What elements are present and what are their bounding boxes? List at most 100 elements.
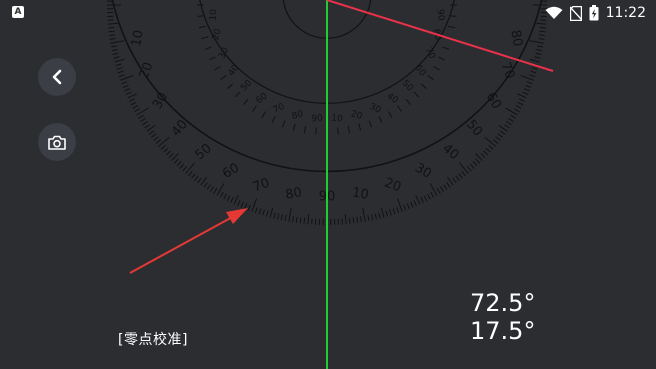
scale-label-inner: 90	[311, 114, 324, 125]
scale-tick	[529, 40, 544, 44]
scale-label-outer: 60	[220, 161, 242, 182]
scale-tick	[116, 67, 123, 70]
scale-tick	[125, 91, 132, 95]
scale-tick	[410, 201, 414, 208]
scale-tick	[523, 88, 530, 92]
scale-tick	[213, 188, 218, 194]
scale-tick	[127, 93, 137, 99]
scale-tick	[110, 45, 118, 48]
scale-tick	[504, 124, 510, 129]
scale-tick	[433, 66, 440, 71]
scale-label-inner: 20	[211, 28, 224, 42]
scale-tick	[506, 121, 512, 126]
scale-tick	[513, 108, 520, 113]
scale-tick	[392, 208, 396, 215]
scale-tick	[358, 123, 362, 131]
scale-tick	[368, 120, 372, 128]
scale-label-outer: 70	[251, 176, 272, 196]
scale-tick	[385, 210, 389, 217]
scale-tick	[438, 56, 446, 61]
scale-tick	[469, 163, 475, 169]
scale-tick	[223, 193, 227, 200]
zero-calibration-button[interactable]: [零点校准]	[118, 331, 188, 349]
scale-tick	[204, 46, 212, 50]
scale-tick	[423, 195, 428, 202]
scale-tick	[461, 170, 466, 177]
scale-tick	[182, 166, 187, 172]
scale-label-outer: 10	[129, 29, 147, 48]
status-icons: 11:22	[545, 3, 646, 23]
scale-tick	[292, 216, 295, 223]
scale-tick	[535, 52, 542, 55]
scale-tick	[344, 214, 347, 225]
scale-tick	[406, 203, 410, 210]
scale-tick	[427, 193, 431, 200]
camera-icon	[48, 135, 66, 150]
scale-tick	[271, 116, 276, 124]
scale-tick	[247, 204, 251, 211]
scale-tick	[374, 213, 377, 220]
scale-label-inner: 40	[227, 63, 242, 78]
scale-tick	[134, 108, 141, 113]
scale-tick	[148, 130, 155, 135]
app-notification-icon: A	[12, 6, 24, 18]
scale-tick	[389, 209, 392, 216]
scale-tick	[480, 153, 486, 159]
scale-tick	[295, 216, 298, 223]
scale-tick	[226, 195, 231, 202]
camera-button[interactable]	[38, 123, 76, 161]
scale-tick	[220, 75, 227, 80]
scale-tick	[455, 175, 460, 182]
scale-tick	[138, 114, 144, 119]
scale-tick	[244, 203, 248, 210]
scale-tick	[124, 88, 131, 92]
scale-tick	[117, 70, 124, 74]
scale-tick	[258, 208, 262, 215]
scale-tick	[277, 213, 280, 220]
scale-tick	[378, 212, 381, 219]
scale-tick	[499, 130, 506, 135]
scale-tick	[347, 126, 351, 134]
angle-readout-secondary: 17.5°	[470, 317, 536, 345]
back-button[interactable]	[38, 58, 76, 96]
scale-tick	[359, 216, 362, 223]
scale-label-inner: 70	[272, 102, 287, 116]
scale-tick	[140, 117, 146, 123]
scale-label-outer: 20	[382, 176, 403, 196]
scale-tick	[168, 153, 174, 159]
scale-tick	[492, 139, 499, 144]
scale-tick	[427, 75, 434, 80]
scale-tick	[112, 52, 119, 55]
scale-tick	[122, 84, 129, 88]
scale-label-inner: 20	[350, 109, 364, 122]
scale-tick	[388, 111, 393, 118]
scale-tick	[261, 111, 266, 118]
scale-tick	[214, 66, 221, 71]
chevron-left-icon	[52, 69, 62, 85]
scale-tick	[130, 101, 137, 106]
scale-tick	[539, 26, 546, 29]
scale-tick	[538, 37, 545, 40]
scale-tick	[475, 158, 481, 164]
scale-tick	[194, 175, 199, 182]
scale-tick	[536, 49, 543, 52]
scale-label-outer: 40	[439, 141, 461, 163]
scale-tick	[227, 83, 234, 89]
scale-tick	[315, 127, 317, 135]
scale-tick	[288, 207, 292, 222]
scale-tick	[233, 195, 239, 205]
wifi-icon	[545, 6, 563, 19]
scale-tick	[459, 162, 469, 174]
scale-tick	[371, 214, 374, 221]
scale-tick	[176, 161, 182, 167]
scale-tick	[352, 217, 355, 224]
scale-label-outer: 80	[507, 29, 525, 48]
scale-tick	[150, 133, 157, 138]
scale-tick	[160, 145, 166, 150]
scale-tick	[179, 163, 185, 169]
scale-tick	[114, 58, 125, 63]
scale-label-outer: 20	[137, 60, 157, 81]
scale-tick	[173, 158, 179, 164]
scale-tick	[508, 117, 514, 123]
scale-tick	[397, 105, 402, 112]
